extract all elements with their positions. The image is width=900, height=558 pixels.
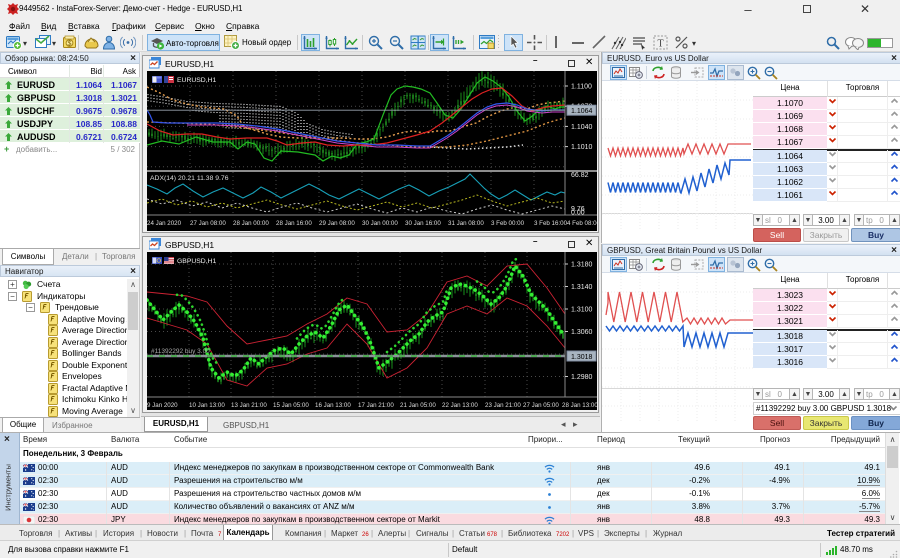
svg-text:0.00: 0.00	[571, 210, 585, 217]
svg-text:23 Jan 21:00: 23 Jan 21:00	[485, 402, 521, 409]
svg-text:4 Feb 08:00: 4 Feb 08:00	[567, 220, 597, 227]
svg-text:1.3180: 1.3180	[571, 262, 593, 269]
svg-text:24 Jan 2020: 24 Jan 2020	[147, 220, 182, 227]
svg-text:EURUSD,H1: EURUSD,H1	[177, 77, 216, 84]
svg-text:1.3100: 1.3100	[571, 307, 593, 314]
svg-text:28 Jan 16:00: 28 Jan 16:00	[276, 220, 312, 227]
svg-text:31 Jan 08:00: 31 Jan 08:00	[448, 220, 484, 227]
svg-text:1.1064: 1.1064	[571, 108, 593, 115]
svg-text:3 Feb 00:00: 3 Feb 00:00	[491, 220, 525, 227]
svg-text:30 Jan 16:00: 30 Jan 16:00	[405, 220, 441, 227]
svg-text:GBPUSD,H1: GBPUSD,H1	[177, 258, 217, 265]
svg-text:3 Feb 16:00: 3 Feb 16:00	[534, 220, 568, 227]
svg-text:1.3060: 1.3060	[571, 329, 593, 336]
svg-text:15 Jan 05:00: 15 Jan 05:00	[273, 402, 309, 409]
svg-text:1.2980: 1.2980	[571, 374, 593, 381]
svg-text:#11392292 buy 3.00: #11392292 buy 3.00	[151, 348, 210, 355]
svg-text:1.1010: 1.1010	[571, 144, 593, 151]
svg-text:10 Jan 13:00: 10 Jan 13:00	[189, 402, 225, 409]
svg-text:16 Jan 13:00: 16 Jan 13:00	[315, 402, 351, 409]
svg-text:17 Jan 21:00: 17 Jan 21:00	[358, 402, 394, 409]
svg-text:13 Jan 21:00: 13 Jan 21:00	[231, 402, 267, 409]
svg-text:T: T	[657, 39, 663, 50]
svg-text:9 Jan 2020: 9 Jan 2020	[147, 402, 178, 409]
svg-text:28 Jan 00:00: 28 Jan 00:00	[233, 220, 269, 227]
svg-text:$: $	[68, 40, 72, 47]
svg-text:30 Jan 00:00: 30 Jan 00:00	[362, 220, 398, 227]
svg-text:27 Jan 08:00: 27 Jan 08:00	[190, 220, 226, 227]
svg-text:28 Jan 13:00: 28 Jan 13:00	[562, 402, 597, 409]
svg-text:1.1040: 1.1040	[571, 124, 593, 131]
svg-text:27 Jan 05:00: 27 Jan 05:00	[523, 402, 559, 409]
svg-text:1.1100: 1.1100	[571, 84, 592, 91]
svg-text:1.3140: 1.3140	[571, 284, 593, 291]
svg-text:29 Jan 08:00: 29 Jan 08:00	[319, 220, 355, 227]
svg-text:1.3018: 1.3018	[571, 354, 593, 361]
svg-text:ADX(14) 20.21 11.38 9.76: ADX(14) 20.21 11.38 9.76	[150, 175, 229, 182]
svg-text:66.82: 66.82	[571, 172, 589, 179]
svg-text:22 Jan 13:00: 22 Jan 13:00	[442, 402, 478, 409]
svg-text:21 Jan 05:00: 21 Jan 05:00	[400, 402, 436, 409]
